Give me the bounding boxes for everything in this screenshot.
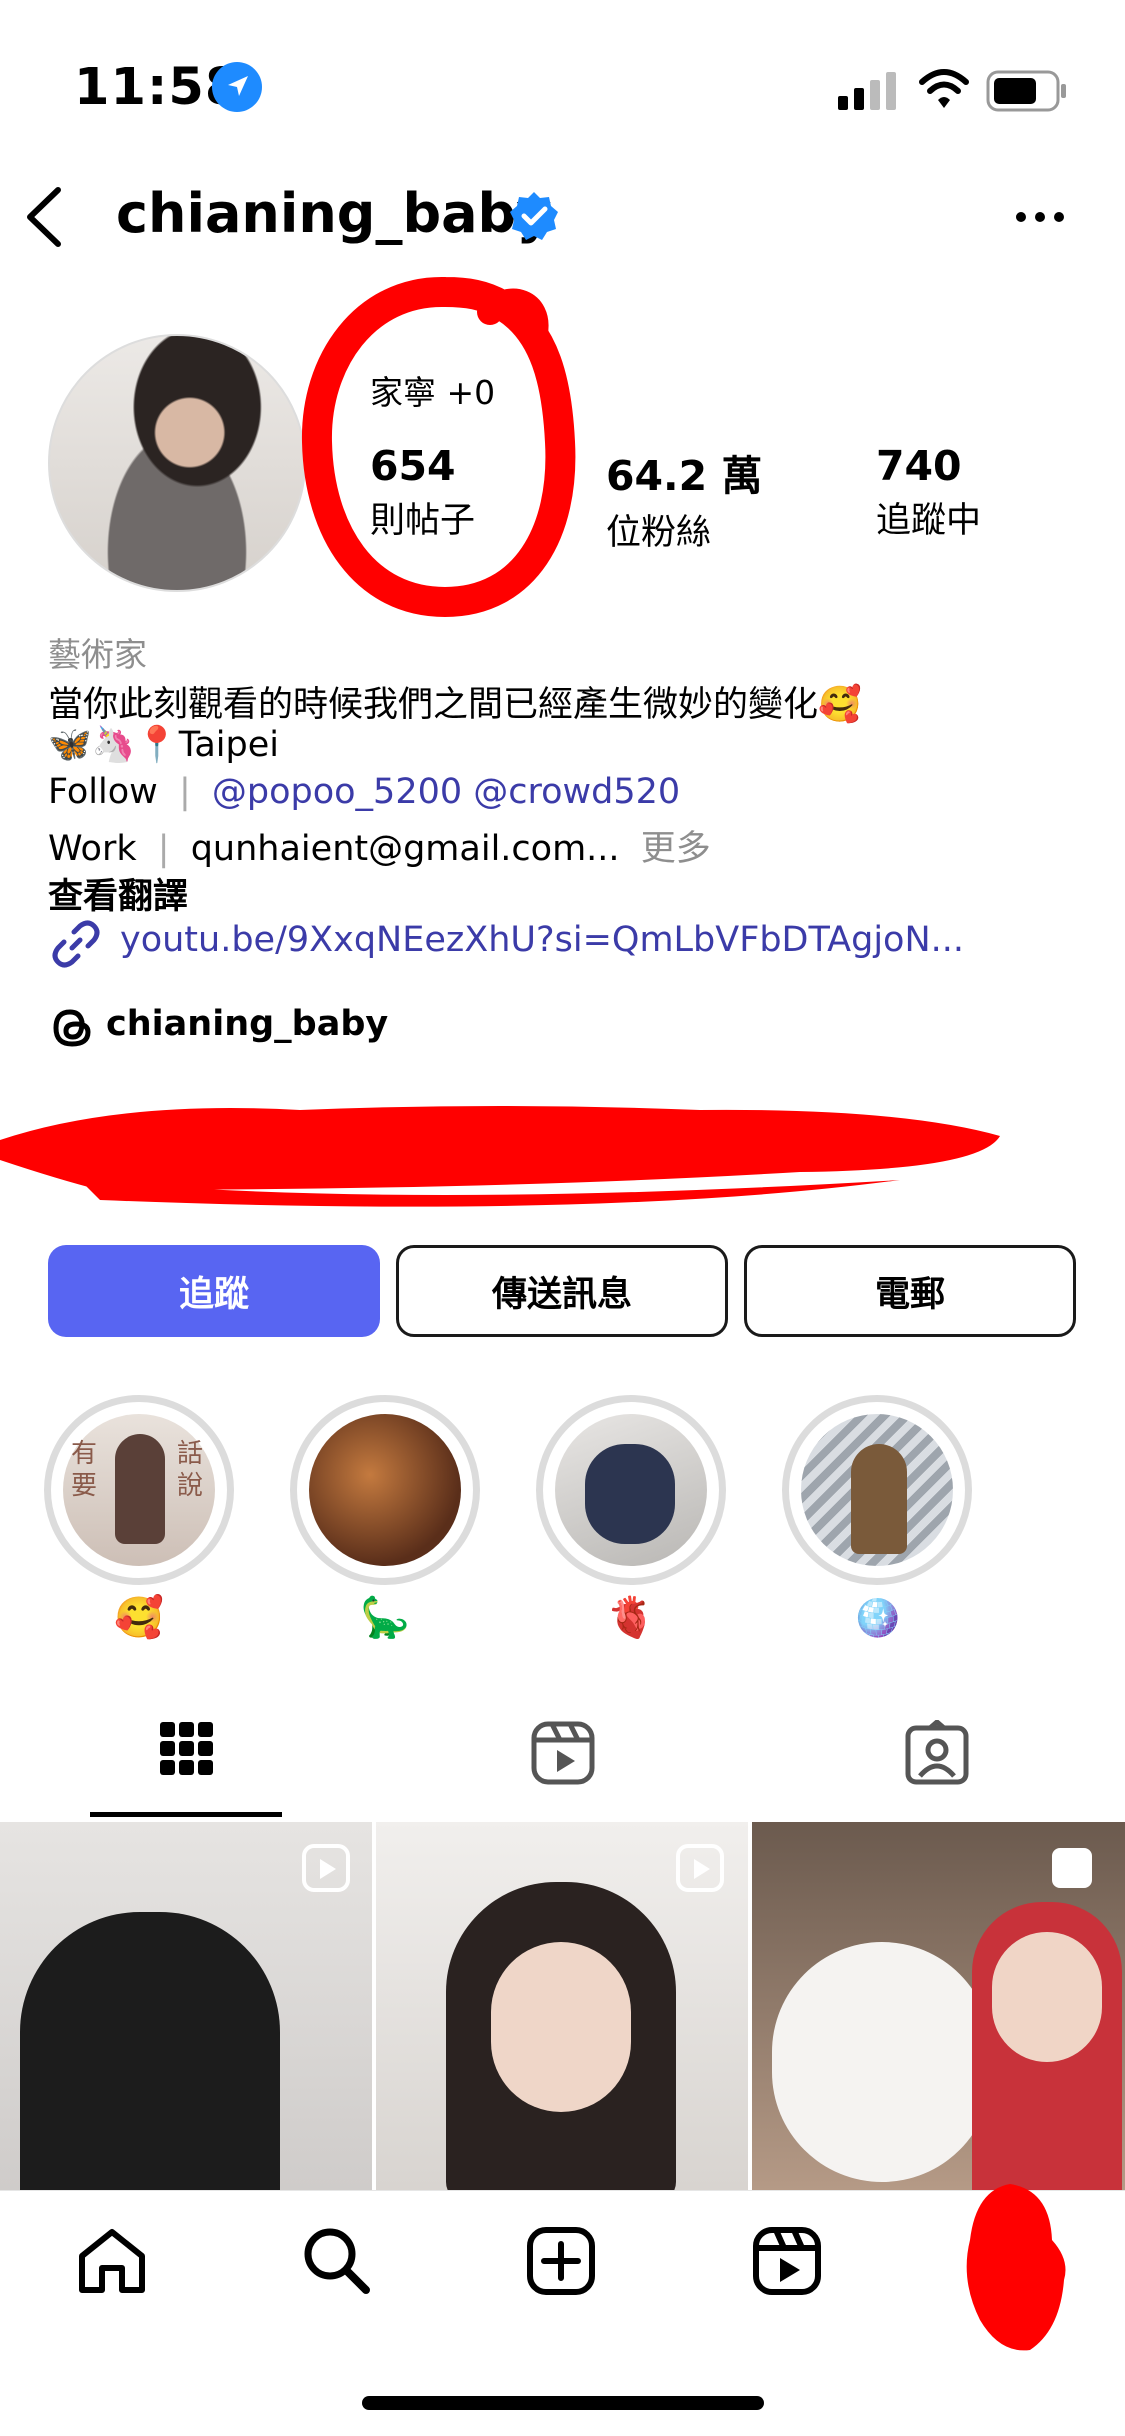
- carousel-badge-icon: [1052, 1848, 1092, 1888]
- bio-line-1: 當你此刻觀看的時候我們之間已經產生微妙的變化🥰: [48, 685, 862, 725]
- red-redaction-markup: [0, 1106, 1000, 1207]
- stat-followers-label: 位粉絲: [606, 513, 712, 553]
- location-arrow-icon: [212, 62, 262, 112]
- bio-line-2: 🦋🦄📍Taipei: [48, 725, 279, 765]
- story-highlight-3[interactable]: [536, 1395, 726, 1585]
- bio-follow-handles[interactable]: @popoo_5200 @crowd520: [212, 772, 680, 812]
- see-translation-link[interactable]: 查看翻譯: [48, 868, 188, 919]
- follow-button[interactable]: 追蹤: [48, 1245, 380, 1337]
- bio-category: 藝術家: [48, 635, 147, 674]
- message-button[interactable]: 傳送訊息: [396, 1245, 728, 1337]
- highlight-person: [851, 1444, 907, 1554]
- back-icon[interactable]: [22, 186, 66, 248]
- bio-external-link[interactable]: youtu.be/9XxqNEezXhU?si=QmLbVFbDTAgjoN..…: [120, 920, 964, 960]
- story-highlight-cover: 有要 話說: [63, 1414, 215, 1566]
- story-highlight-2[interactable]: [290, 1395, 480, 1585]
- reels-tab-icon[interactable]: [530, 1720, 596, 1786]
- highlight-4-emoji: 🪩: [852, 1595, 902, 1641]
- create-post-icon[interactable]: [526, 2226, 596, 2296]
- battery-icon: [986, 70, 1066, 112]
- red-circle-markup: [301, 276, 576, 618]
- story-highlight-cover: [309, 1414, 461, 1566]
- profile-avatar[interactable]: [48, 334, 306, 592]
- post-thumbnail[interactable]: [376, 1822, 748, 2190]
- bio-work-email: qunhaient@gmail.com...: [190, 829, 620, 869]
- reel-badge-icon: [302, 1844, 350, 1892]
- verified-badge-icon: [510, 192, 558, 240]
- wifi-icon: [919, 69, 969, 108]
- more-options-icon[interactable]: [1014, 210, 1066, 224]
- post-thumbnail[interactable]: [752, 1822, 1125, 2190]
- profile-nav-redaction-markup[interactable]: [960, 2180, 1072, 2356]
- stat-followers[interactable]: 64.2 萬 位粉絲: [606, 442, 762, 555]
- thumbnail-face: [491, 1942, 631, 2112]
- bio-work-label: Work: [48, 829, 137, 869]
- highlight-person: [115, 1434, 165, 1544]
- home-icon[interactable]: [76, 2226, 148, 2294]
- threads-handle[interactable]: chianing_baby: [106, 1004, 388, 1044]
- reel-badge-icon: [676, 1844, 724, 1892]
- post-thumbnail[interactable]: [0, 1822, 372, 2190]
- highlight-overlay-left: 有要: [71, 1439, 98, 1501]
- profile-username: chianing_baby: [116, 182, 552, 245]
- highlight-person: [585, 1444, 675, 1544]
- thumbnail-face: [992, 1932, 1102, 2062]
- stat-following-value: 740: [876, 442, 962, 490]
- stat-following[interactable]: 740 追蹤中: [876, 442, 981, 543]
- search-icon[interactable]: [300, 2224, 372, 2296]
- story-highlight-1[interactable]: 有要 話說: [44, 1395, 234, 1585]
- thumbnail-figure: [20, 1912, 280, 2190]
- highlight-2-emoji: 🦕: [360, 1595, 410, 1641]
- highlight-3-emoji: 🫀: [606, 1595, 656, 1641]
- story-highlight-cover: [801, 1414, 953, 1566]
- bio-follow-label: Follow: [48, 772, 158, 812]
- bio-divider: |: [157, 829, 170, 869]
- grid-tab-icon[interactable]: [158, 1720, 216, 1778]
- bio-work-row: Work | qunhaient@gmail.com... 更多: [48, 820, 711, 871]
- stat-followers-value: 64.2 萬: [606, 452, 763, 500]
- bio-more-link[interactable]: 更多: [641, 829, 711, 869]
- home-indicator: [362, 2396, 764, 2410]
- cellular-signal-icon: [838, 72, 896, 110]
- stat-following-label: 追蹤中: [876, 501, 982, 541]
- story-highlight-cover: [555, 1414, 707, 1566]
- highlight-overlay-right: 話說: [177, 1439, 204, 1501]
- bio-divider: |: [178, 772, 191, 812]
- bio-follow-row: Follow | @popoo_5200 @crowd520: [48, 772, 680, 812]
- grid-tab-indicator: [90, 1812, 282, 1817]
- link-icon: [52, 920, 100, 968]
- tagged-tab-icon[interactable]: [904, 1720, 970, 1786]
- highlight-1-emoji: 🥰: [114, 1595, 164, 1641]
- threads-icon: [53, 1009, 91, 1047]
- thumbnail-dog: [772, 1942, 992, 2182]
- email-button[interactable]: 電郵: [744, 1245, 1076, 1337]
- story-highlight-4[interactable]: [782, 1395, 972, 1585]
- reels-nav-icon[interactable]: [752, 2226, 822, 2296]
